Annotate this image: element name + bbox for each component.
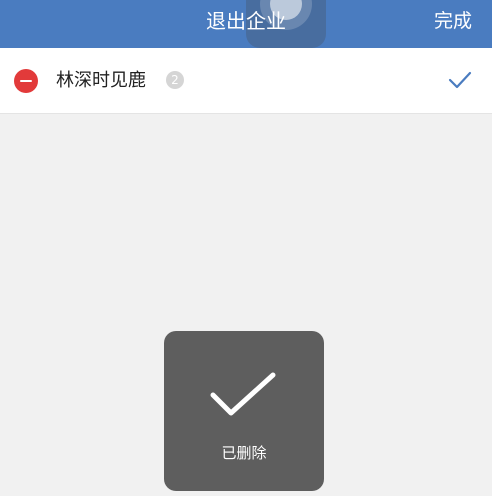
top-bar: 退出企业 完成	[0, 0, 492, 48]
checkmark-icon	[210, 372, 276, 416]
toast-message: 已删除	[221, 444, 267, 462]
minus-bar	[20, 80, 32, 82]
toast-dialog: 已删除	[164, 331, 324, 491]
member-list-item[interactable]: 林深时见鹿 2	[0, 48, 492, 114]
checkmark-icon[interactable]	[448, 70, 472, 90]
done-button[interactable]: 完成	[434, 0, 472, 42]
minus-circle-icon[interactable]	[14, 69, 38, 93]
member-name: 林深时见鹿	[56, 70, 146, 91]
member-badge: 2	[166, 71, 184, 89]
page-title: 退出企业	[206, 9, 286, 33]
